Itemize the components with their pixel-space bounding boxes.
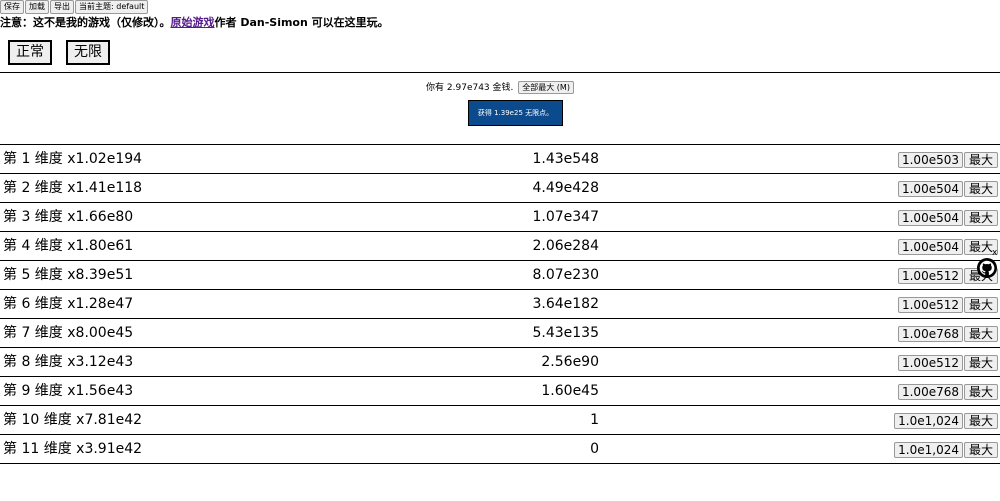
normal-mode-button[interactable]: 正常 [8, 40, 52, 65]
dimension-row: 第 4 维度 x1.80e61 2.06e284 1.00e504 最大 [0, 232, 1000, 261]
dimension-amount: 1 [590, 412, 599, 428]
dimension-name: 第 1 维度 x1.02e194 [3, 151, 143, 167]
github-icon[interactable] [977, 258, 997, 278]
dimension-row: 第 3 维度 x1.66e80 1.07e347 1.00e504 最大 [0, 203, 1000, 232]
dimension-row: 第 11 维度 x3.91e42 0 1.0e1,024 最大 [0, 435, 1000, 464]
notice-prefix: 注意：这不是我的游戏（仅修改）。 [0, 16, 171, 29]
buy-dimension-button[interactable]: 1.00e504 [897, 239, 963, 255]
dimension-amount: 4.49e428 [532, 180, 599, 196]
max-dimension-button[interactable]: 最大 [964, 210, 998, 226]
buy-dimension-button[interactable]: 1.0e1,024 [894, 413, 963, 429]
dimension-name: 第 6 维度 x1.28e47 [3, 296, 134, 312]
max-dimension-button[interactable]: 最大 [964, 413, 998, 429]
dimension-name: 第 9 维度 x1.56e43 [3, 383, 134, 399]
dimension-amount: 0 [590, 441, 599, 457]
buy-dimension-button[interactable]: 1.00e512 [897, 268, 963, 284]
infinity-button[interactable]: 获得 1.39e25 无限点。 [468, 100, 563, 126]
max-dimension-button[interactable]: 最大 [964, 355, 998, 371]
dimension-name: 第 8 维度 x3.12e43 [3, 354, 134, 370]
dimension-row: 第 7 维度 x8.00e45 5.43e135 1.00e768 最大 [0, 319, 1000, 348]
buy-dimension-button[interactable]: 1.0e1,024 [894, 442, 963, 458]
dimension-amount: 1.60e45 [541, 383, 599, 399]
buy-dimension-button[interactable]: 1.00e768 [897, 384, 963, 400]
dimension-amount: 1.07e347 [532, 209, 599, 225]
dimension-amount: 1.43e548 [532, 151, 599, 167]
max-dimension-button[interactable]: 最大 [964, 181, 998, 197]
max-dimension-button[interactable]: 最大 [964, 297, 998, 313]
dimension-row: 第 5 维度 x8.39e51 8.07e230 1.00e512 最大 [0, 261, 1000, 290]
export-button[interactable]: 导出 [50, 0, 74, 14]
dimension-amount: 3.64e182 [532, 296, 599, 312]
dimension-row: 第 9 维度 x1.56e43 1.60e45 1.00e768 最大 [0, 377, 1000, 406]
max-dimension-button[interactable]: 最大 [964, 384, 998, 400]
dimension-name: 第 5 维度 x8.39e51 [3, 267, 134, 283]
notice-text: 注意：这不是我的游戏（仅修改）。原始游戏作者 Dan-Simon 可以在这里玩。 [0, 16, 389, 30]
dimension-name: 第 3 维度 x1.66e80 [3, 209, 134, 225]
buy-dimension-button[interactable]: 1.00e512 [897, 355, 963, 371]
infinite-mode-button[interactable]: 无限 [66, 40, 110, 65]
close-icon[interactable]: x [992, 249, 997, 258]
buy-dimension-button[interactable]: 1.00e503 [897, 152, 963, 168]
dimension-name: 第 2 维度 x1.41e118 [3, 180, 143, 196]
original-game-link[interactable]: 原始游戏 [171, 16, 215, 29]
max-all-button[interactable]: 全部最大 (M) [518, 81, 574, 94]
max-dimension-button[interactable]: 最大 [964, 442, 998, 458]
load-button[interactable]: 加载 [25, 0, 49, 14]
dimension-list: 第 1 维度 x1.02e194 1.43e548 1.00e503 最大第 2 维度… [0, 144, 1000, 464]
dimension-amount: 8.07e230 [532, 267, 599, 283]
dimension-amount: 2.06e284 [532, 238, 599, 254]
status-panel: 你有 2.97e743 金钱. 全部最大 (M) 获得 1.39e25 无限点。 [0, 72, 1000, 144]
buy-dimension-button[interactable]: 1.00e504 [897, 210, 963, 226]
dimension-row: 第 6 维度 x1.28e47 3.64e182 1.00e512 最大 [0, 290, 1000, 319]
dimension-row: 第 8 维度 x3.12e43 2.56e90 1.00e512 最大 [0, 348, 1000, 377]
dimension-row: 第 2 维度 x1.41e118 4.49e428 1.00e504 最大 [0, 174, 1000, 203]
dimension-name: 第 7 维度 x8.00e45 [3, 325, 134, 341]
max-dimension-button[interactable]: 最大 [964, 152, 998, 168]
save-button[interactable]: 保存 [0, 0, 24, 14]
dimension-amount: 5.43e135 [532, 325, 599, 341]
notice-suffix: 作者 Dan-Simon 可以在这里玩。 [214, 16, 389, 29]
dimension-row: 第 10 维度 x7.81e42 1 1.0e1,024 最大 [0, 406, 1000, 435]
money-line: 你有 2.97e743 金钱. 全部最大 (M) [0, 81, 1000, 95]
dimension-row: 第 1 维度 x1.02e194 1.43e548 1.00e503 最大 [0, 145, 1000, 174]
money-text: 你有 2.97e743 金钱. [426, 83, 514, 93]
buy-dimension-button[interactable]: 1.00e512 [897, 297, 963, 313]
dimension-name: 第 11 维度 x3.91e42 [3, 441, 143, 457]
max-dimension-button[interactable]: 最大 [964, 326, 998, 342]
dimension-amount: 2.56e90 [541, 354, 599, 370]
theme-button[interactable]: 当前主题: default [75, 0, 149, 14]
top-toolbar: 保存 加载 导出 当前主题: default [0, 0, 149, 14]
dimension-name: 第 4 维度 x1.80e61 [3, 238, 134, 254]
buy-dimension-button[interactable]: 1.00e504 [897, 181, 963, 197]
dimension-name: 第 10 维度 x7.81e42 [3, 412, 143, 428]
buy-dimension-button[interactable]: 1.00e768 [897, 326, 963, 342]
